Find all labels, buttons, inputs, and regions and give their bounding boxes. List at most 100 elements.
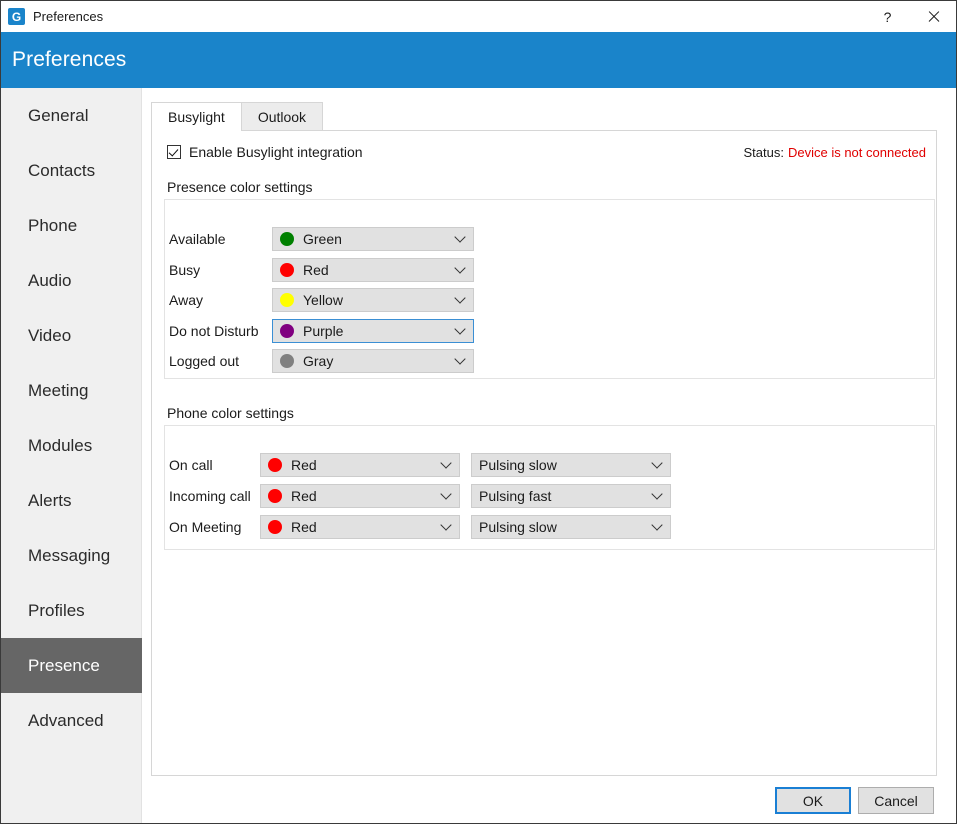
phone-row-label: Incoming call — [169, 488, 251, 504]
combo-value: Red — [291, 488, 317, 504]
chevron-down-icon — [456, 233, 465, 242]
sidebar-item-modules[interactable]: Modules — [1, 418, 142, 473]
status-label: Status: — [743, 145, 784, 160]
phone-effect-select-on-meeting[interactable]: Pulsing slow — [471, 515, 671, 539]
sidebar-item-label: Advanced — [28, 710, 104, 730]
presence-row-label: Available — [169, 231, 226, 247]
combo-value: Green — [303, 231, 342, 247]
combo-value: Yellow — [303, 292, 343, 308]
enable-busylight-label: Enable Busylight integration — [189, 144, 363, 160]
chevron-down-icon — [456, 325, 465, 334]
sidebar-item-presence[interactable]: Presence — [1, 638, 142, 693]
presence-row-label: Logged out — [169, 353, 240, 369]
color-swatch-icon — [268, 520, 282, 534]
tab-busylight[interactable]: Busylight — [151, 102, 242, 131]
phone-effect-select-on-call[interactable]: Pulsing slow — [471, 453, 671, 477]
sidebar-item-label: Phone — [28, 215, 78, 235]
tab-strip: Busylight Outlook — [151, 102, 324, 131]
chevron-down-icon — [456, 294, 465, 303]
enable-busylight-checkbox[interactable] — [167, 145, 181, 159]
phone-row-label: On Meeting — [169, 519, 242, 535]
presence-color-select-available[interactable]: Green — [272, 227, 474, 251]
sidebar-item-phone[interactable]: Phone — [1, 198, 142, 253]
sidebar-item-label: Presence — [28, 655, 100, 675]
phone-row-on-call: On call Red Pulsing slow — [169, 453, 671, 477]
presence-row-away: Away Yellow — [169, 288, 474, 312]
status-value: Device is not connected — [787, 145, 926, 160]
preferences-window: G Preferences ? Preferences General Conta… — [0, 0, 957, 824]
chevron-down-icon — [456, 264, 465, 273]
presence-row-busy: Busy Red — [169, 257, 474, 282]
presence-color-select-logged-out[interactable]: Gray — [272, 349, 474, 373]
sidebar-item-label: General — [28, 105, 89, 125]
phone-color-select-on-call[interactable]: Red — [260, 453, 460, 477]
content-area: Busylight Outlook Enable Busylight integr… — [142, 88, 956, 823]
sidebar-item-advanced[interactable]: Advanced — [1, 693, 142, 748]
window-title: Preferences — [33, 9, 104, 24]
close-icon — [927, 10, 940, 23]
presence-color-select-busy[interactable]: Red — [272, 257, 474, 282]
color-swatch-icon — [280, 262, 294, 277]
sidebar-item-meeting[interactable]: Meeting — [1, 363, 142, 418]
sidebar-item-audio[interactable]: Audio — [1, 253, 142, 308]
phone-color-select-on-meeting[interactable]: Red — [260, 515, 460, 539]
color-swatch-icon — [280, 232, 294, 246]
phone-color-settings-caption: Phone color settings — [167, 405, 294, 421]
sidebar-item-label: Meeting — [28, 380, 89, 400]
enable-busylight-row[interactable]: Enable Busylight integration — [167, 144, 363, 160]
presence-color-select-do-not-disturb[interactable]: Purple — [272, 318, 474, 343]
sidebar-item-label: Profiles — [28, 600, 85, 620]
page-title: Preferences — [12, 48, 127, 71]
phone-color-select-incoming-call[interactable]: Red — [260, 484, 460, 508]
chevron-down-icon — [653, 521, 662, 530]
phone-color-settings-group: On call Red Pulsing slow Incoming call Red Pu… — [164, 425, 935, 550]
chevron-down-icon — [653, 490, 662, 499]
sidebar-item-alerts[interactable]: Alerts — [1, 473, 142, 528]
sidebar: General Contacts Phone Audio Video Meeting Mod… — [1, 88, 142, 823]
sidebar-item-video[interactable]: Video — [1, 308, 142, 363]
phone-effect-select-incoming-call[interactable]: Pulsing fast — [471, 484, 671, 508]
color-swatch-icon — [268, 489, 282, 503]
presence-row-label: Away — [169, 292, 203, 308]
tab-outlook[interactable]: Outlook — [240, 102, 324, 130]
status-row: Status: Device is not connected — [744, 145, 927, 160]
tab-label: Outlook — [257, 108, 307, 125]
tab-label: Busylight — [168, 109, 225, 125]
combo-value: Pulsing slow — [479, 519, 557, 535]
combo-value: Pulsing slow — [479, 457, 557, 473]
sidebar-item-profiles[interactable]: Profiles — [1, 583, 142, 638]
chevron-down-icon — [442, 490, 451, 499]
sidebar-item-general[interactable]: General — [1, 88, 142, 143]
cancel-button[interactable]: Cancel — [858, 787, 934, 814]
chevron-down-icon — [456, 355, 465, 364]
combo-value: Purple — [303, 322, 344, 339]
chevron-down-icon — [442, 459, 451, 468]
chevron-down-icon — [653, 459, 662, 468]
sidebar-item-label: Audio — [28, 270, 72, 290]
presence-row-do-not-disturb: Do not Disturb Purple — [169, 318, 474, 343]
presence-row-label: Do not Disturb — [169, 322, 259, 339]
combo-value: Red — [291, 519, 317, 535]
combo-value: Red — [303, 261, 329, 278]
combo-value: Gray — [303, 353, 334, 369]
sidebar-item-messaging[interactable]: Messaging — [1, 528, 142, 583]
combo-value: Pulsing fast — [479, 488, 552, 504]
sidebar-item-label: Messaging — [28, 545, 111, 565]
title-bar: G Preferences ? — [1, 1, 956, 32]
app-logo-icon: G — [8, 8, 25, 25]
sidebar-item-label: Video — [28, 325, 72, 345]
presence-row-available: Available Green — [169, 227, 474, 251]
sidebar-item-contacts[interactable]: Contacts — [1, 143, 142, 198]
ok-button[interactable]: OK — [775, 787, 851, 814]
combo-value: Red — [291, 457, 317, 473]
color-swatch-icon — [268, 458, 282, 472]
phone-row-label: On call — [169, 457, 213, 473]
header-band: Preferences — [1, 32, 956, 88]
phone-row-incoming-call: Incoming call Red Pulsing fast — [169, 484, 671, 508]
presence-row-logged-out: Logged out Gray — [169, 349, 474, 373]
close-button[interactable] — [910, 1, 956, 32]
chevron-down-icon — [442, 521, 451, 530]
presence-row-label: Busy — [169, 261, 201, 278]
presence-color-select-away[interactable]: Yellow — [272, 288, 474, 312]
help-button[interactable]: ? — [865, 1, 910, 32]
